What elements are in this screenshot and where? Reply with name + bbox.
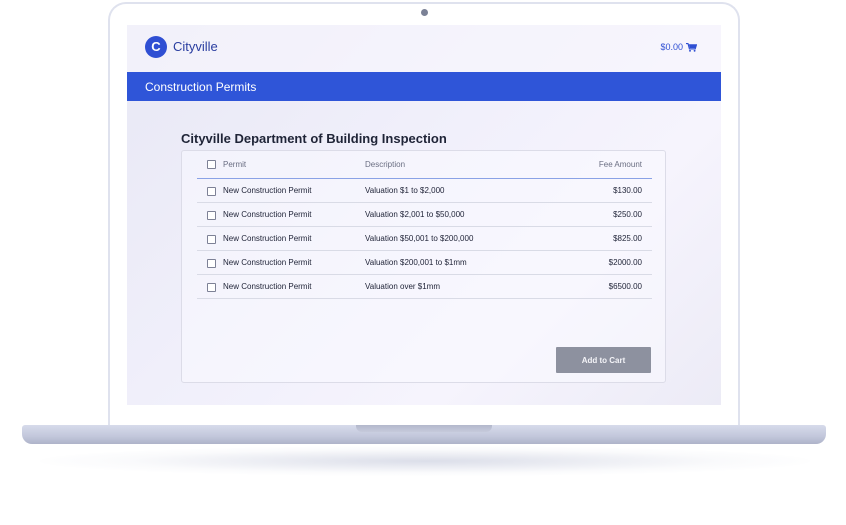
add-to-cart-button[interactable]: Add to Cart: [556, 347, 651, 373]
permit-name: New Construction Permit: [223, 234, 312, 243]
cart-link[interactable]: $0.00: [660, 42, 697, 52]
permits-table: Permit Description Fee Amount New Constr…: [197, 151, 652, 299]
row-checkbox[interactable]: [207, 283, 216, 292]
permit-description: Valuation $50,001 to $200,000: [365, 234, 474, 243]
laptop-notch: [356, 425, 492, 432]
row-checkbox[interactable]: [207, 235, 216, 244]
table-row: New Construction Permit Valuation over $…: [197, 275, 652, 299]
page-title: Cityville Department of Building Inspect…: [181, 131, 447, 146]
permit-name: New Construction Permit: [223, 186, 312, 195]
permit-fee: $130.00: [613, 186, 642, 195]
camera-icon: [421, 9, 428, 16]
table-row: New Construction Permit Valuation $200,0…: [197, 251, 652, 275]
permit-description: Valuation $1 to $2,000: [365, 186, 445, 195]
laptop-shadow: [40, 446, 810, 476]
table-row: New Construction Permit Valuation $50,00…: [197, 227, 652, 251]
app-header: C Cityville $0.00: [127, 25, 721, 72]
permit-description: Valuation $200,001 to $1mm: [365, 258, 467, 267]
row-checkbox[interactable]: [207, 211, 216, 220]
permit-description: Valuation over $1mm: [365, 282, 440, 291]
column-header-fee: Fee Amount: [598, 160, 642, 169]
permit-name: New Construction Permit: [223, 258, 312, 267]
permit-fee: $250.00: [613, 210, 642, 219]
permit-fee: $6500.00: [608, 282, 642, 291]
column-header-description: Description: [365, 160, 406, 169]
row-checkbox[interactable]: [207, 259, 216, 268]
laptop-base: [22, 425, 826, 444]
column-header-permit: Permit: [223, 160, 247, 169]
laptop-screen: C Cityville $0.00 Construction Permits C…: [127, 25, 721, 405]
table-row: New Construction Permit Valuation $1 to …: [197, 179, 652, 203]
cityville-logo[interactable]: C: [145, 36, 167, 58]
table-header: Permit Description Fee Amount: [197, 151, 652, 179]
permit-name: New Construction Permit: [223, 282, 312, 291]
permit-fee: $2000.00: [608, 258, 642, 267]
banner-title: Construction Permits: [145, 80, 257, 94]
table-row: New Construction Permit Valuation $2,001…: [197, 203, 652, 227]
cart-total: $0.00: [660, 42, 683, 52]
brand-name[interactable]: Cityville: [173, 39, 218, 54]
permit-name: New Construction Permit: [223, 210, 312, 219]
row-checkbox[interactable]: [207, 187, 216, 196]
select-all-checkbox[interactable]: [207, 160, 216, 169]
permit-description: Valuation $2,001 to $50,000: [365, 210, 465, 219]
page-banner: Construction Permits: [127, 72, 721, 101]
shopping-cart-icon: [686, 42, 697, 52]
permit-fee: $825.00: [613, 234, 642, 243]
